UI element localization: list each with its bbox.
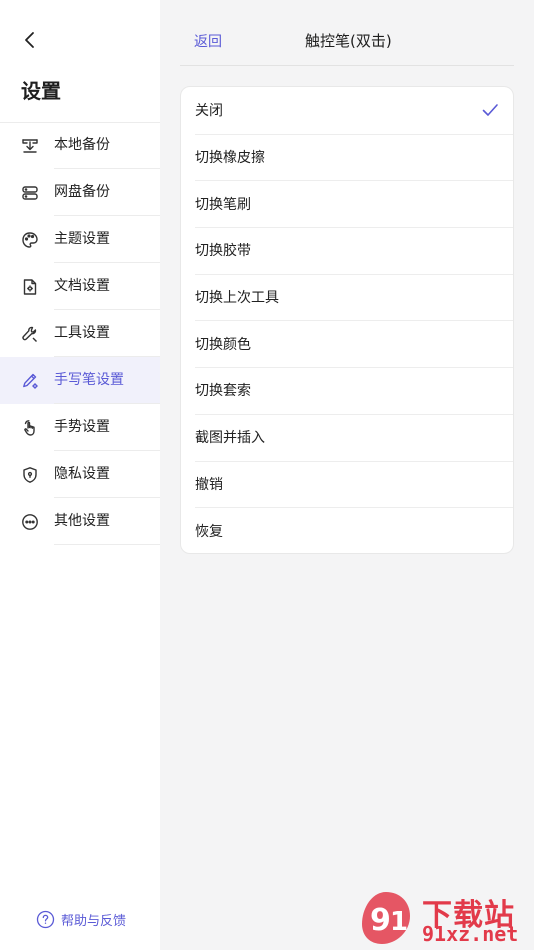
help-icon bbox=[36, 910, 55, 929]
more-icon bbox=[20, 512, 40, 532]
sidebar-item-document[interactable]: 文档设置 bbox=[0, 263, 160, 310]
settings-sidebar: 设置 本地备份 网盘备份 主题设置 文档设置 工具设置 手写笔设置 手势设置 隐… bbox=[0, 0, 160, 950]
option-label: 恢复 bbox=[195, 523, 223, 540]
option-switch-last-tool[interactable]: 切换上次工具 bbox=[181, 273, 513, 321]
sidebar-item-theme[interactable]: 主题设置 bbox=[0, 216, 160, 263]
help-feedback-label: 帮助与反馈 bbox=[61, 914, 127, 929]
sidebar-item-other[interactable]: 其他设置 bbox=[0, 498, 160, 545]
palette-icon bbox=[20, 230, 40, 250]
option-switch-lasso[interactable]: 切换套索 bbox=[181, 367, 513, 414]
cloud-backup-icon bbox=[20, 183, 40, 203]
sidebar-item-label: 本地备份 bbox=[54, 137, 110, 153]
shield-lock-icon bbox=[20, 465, 40, 485]
local-backup-icon bbox=[20, 136, 40, 156]
sidebar-item-local-backup[interactable]: 本地备份 bbox=[0, 122, 160, 169]
option-switch-eraser[interactable]: 切换橡皮擦 bbox=[181, 133, 513, 181]
back-chevron-button[interactable] bbox=[18, 28, 42, 52]
option-undo[interactable]: 撤销 bbox=[181, 460, 513, 508]
sidebar-item-label: 隐私设置 bbox=[54, 466, 110, 482]
option-screenshot-insert[interactable]: 截图并插入 bbox=[181, 413, 513, 461]
checkmark-icon bbox=[482, 104, 498, 116]
stylus-double-tap-options: 关闭 切换橡皮擦 切换笔刷 切换胶带 切换上次工具 切换颜色 切换套索 截图并插… bbox=[180, 86, 514, 554]
page-title: 触控笔(双击) bbox=[305, 32, 392, 50]
svg-text:1: 1 bbox=[390, 907, 408, 937]
sidebar-item-tools[interactable]: 工具设置 bbox=[0, 310, 160, 357]
sidebar-item-label: 文档设置 bbox=[54, 278, 110, 294]
option-label: 切换颜色 bbox=[195, 336, 251, 353]
option-redo[interactable]: 恢复 bbox=[181, 507, 513, 553]
option-label: 撤销 bbox=[195, 476, 223, 493]
option-off[interactable]: 关闭 bbox=[181, 87, 513, 134]
option-label: 切换上次工具 bbox=[195, 290, 279, 307]
sidebar-title: 设置 bbox=[21, 79, 61, 103]
option-switch-color[interactable]: 切换颜色 bbox=[181, 320, 513, 367]
option-label: 截图并插入 bbox=[195, 430, 265, 447]
sidebar-item-privacy[interactable]: 隐私设置 bbox=[0, 451, 160, 498]
document-settings-icon bbox=[20, 277, 40, 297]
sidebar-item-label: 工具设置 bbox=[54, 325, 110, 341]
header-divider bbox=[180, 65, 514, 66]
back-link[interactable]: 返回 bbox=[194, 31, 222, 51]
svg-text:9: 9 bbox=[370, 903, 391, 938]
sidebar-item-label: 手写笔设置 bbox=[54, 372, 124, 388]
option-label: 切换橡皮擦 bbox=[195, 150, 265, 167]
sidebar-item-label: 主题设置 bbox=[54, 231, 110, 247]
chevron-left-icon bbox=[25, 32, 34, 48]
pen-settings-icon bbox=[20, 371, 40, 391]
option-label: 关闭 bbox=[195, 103, 223, 120]
sidebar-item-cloud-backup[interactable]: 网盘备份 bbox=[0, 169, 160, 216]
sidebar-menu: 本地备份 网盘备份 主题设置 文档设置 工具设置 手写笔设置 手势设置 隐私设置… bbox=[0, 122, 160, 545]
option-label: 切换笔刷 bbox=[195, 196, 251, 213]
option-switch-tape[interactable]: 切换胶带 bbox=[181, 227, 513, 274]
option-switch-brush[interactable]: 切换笔刷 bbox=[181, 180, 513, 227]
sidebar-item-pen[interactable]: 手写笔设置 bbox=[0, 357, 160, 404]
watermark: 9 1 下载站 91xz.net bbox=[356, 888, 528, 948]
wrench-icon bbox=[20, 324, 40, 344]
option-label: 切换套索 bbox=[195, 383, 251, 400]
watermark-logo-icon: 9 1 bbox=[362, 892, 410, 944]
watermark-url: 91xz.net bbox=[422, 922, 519, 946]
option-label: 切换胶带 bbox=[195, 243, 251, 260]
sidebar-item-label: 网盘备份 bbox=[54, 184, 110, 200]
hand-gesture-icon bbox=[20, 418, 40, 438]
sidebar-item-label: 手势设置 bbox=[54, 419, 110, 435]
help-feedback-link[interactable]: 帮助与反馈 bbox=[36, 910, 126, 929]
sidebar-item-gesture[interactable]: 手势设置 bbox=[0, 404, 160, 451]
sidebar-item-label: 其他设置 bbox=[54, 513, 110, 529]
